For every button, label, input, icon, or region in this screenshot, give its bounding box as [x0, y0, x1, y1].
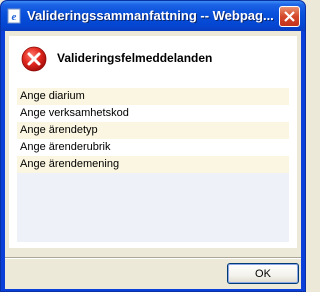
- svg-text:e: e: [12, 11, 17, 23]
- close-icon: [284, 11, 295, 22]
- panel-header: Valideringsfelmeddelanden: [9, 36, 297, 82]
- dialog-body: Valideringsfelmeddelanden Ange diarium A…: [5, 31, 301, 289]
- title-bar[interactable]: e Valideringssammanfattning -- Webpag...: [1, 1, 305, 31]
- panel-heading: Valideringsfelmeddelanden: [57, 51, 213, 65]
- ie-page-icon: e: [6, 8, 22, 24]
- error-icon: [21, 46, 47, 72]
- message-item: Ange ärendetyp: [17, 122, 289, 139]
- validation-panel: Valideringsfelmeddelanden Ange diarium A…: [9, 36, 297, 248]
- ok-button[interactable]: OK: [227, 263, 299, 284]
- message-item: Ange ärenderubrik: [17, 139, 289, 156]
- message-item: Ange ärendemening: [17, 156, 289, 173]
- dialog-window: e Valideringssammanfattning -- Webpag...: [0, 0, 306, 292]
- message-item: Ange diarium: [17, 88, 289, 105]
- close-button[interactable]: [279, 6, 300, 27]
- message-item: Ange verksamhetskod: [17, 105, 289, 122]
- message-list: Ange diarium Ange verksamhetskod Ange är…: [17, 88, 289, 242]
- footer-divider: [5, 257, 301, 259]
- window-title: Valideringssammanfattning -- Webpag...: [27, 8, 274, 23]
